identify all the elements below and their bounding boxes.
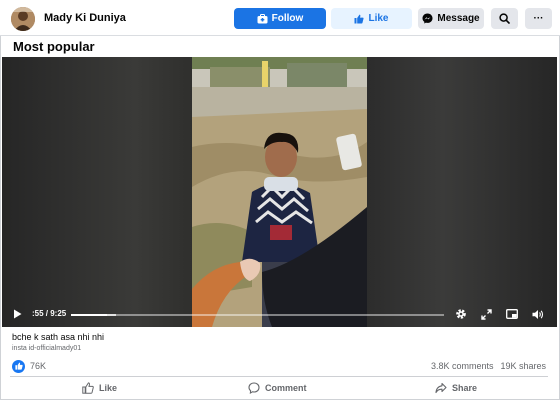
divider <box>10 376 548 377</box>
video-controls: :55 / 9:25 <box>2 301 557 327</box>
progress-fill <box>71 314 108 316</box>
thumbs-up-icon <box>354 14 365 24</box>
volume-button[interactable] <box>530 306 546 322</box>
progress-bar[interactable] <box>71 314 444 316</box>
page-name[interactable]: Mady Ki Duniya <box>44 12 126 24</box>
share-action-label: Share <box>452 383 478 393</box>
play-icon <box>13 309 22 319</box>
comment-action-button[interactable]: Comment <box>248 381 307 395</box>
post-subcaption: insta id-officialmady01 <box>12 345 82 352</box>
follow-icon <box>257 13 268 24</box>
search-button[interactable] <box>491 8 518 29</box>
reactions-summary[interactable]: 76K <box>12 359 46 373</box>
like-action-label: Like <box>99 383 118 393</box>
follow-label: Follow <box>271 13 304 24</box>
avatar[interactable] <box>11 7 35 31</box>
more-options-button[interactable]: ··· <box>525 8 552 29</box>
message-button[interactable]: Message <box>418 8 484 29</box>
follow-button[interactable]: Follow <box>234 8 326 29</box>
play-button[interactable] <box>10 306 24 322</box>
shares-count[interactable]: 19K shares <box>500 361 546 371</box>
section-title: Most popular <box>13 39 95 54</box>
search-icon <box>499 13 510 24</box>
comments-count[interactable]: 3.8K comments <box>431 361 494 371</box>
message-label: Message <box>437 13 480 24</box>
picture-in-picture-button[interactable] <box>504 306 520 322</box>
comment-icon <box>248 382 260 394</box>
post-caption: bche k sath asa nhi nhi <box>12 332 105 342</box>
settings-button[interactable] <box>453 306 469 322</box>
gear-icon <box>455 308 467 320</box>
fullscreen-button[interactable] <box>478 306 494 322</box>
share-icon <box>435 382 447 394</box>
like-reaction-icon <box>12 359 25 373</box>
volume-icon <box>532 309 544 320</box>
page-like-label: Like <box>368 13 389 24</box>
video-blur-left <box>2 57 192 327</box>
page-like-button[interactable]: Like <box>331 8 412 29</box>
comment-action-label: Comment <box>265 383 307 393</box>
reaction-count: 76K <box>30 361 47 371</box>
page-header: Mady Ki Duniya Follow Like Message ··· <box>0 0 560 36</box>
like-action-button[interactable]: Like <box>82 381 117 395</box>
messenger-icon <box>422 13 433 24</box>
engagement-counts: 3.8K comments 19K shares <box>431 361 546 371</box>
picture-in-picture-icon <box>506 309 518 319</box>
more-label: ··· <box>533 13 544 24</box>
video-time: :55 / 9:25 <box>32 309 67 318</box>
video-player[interactable]: :55 / 9:25 <box>2 57 557 327</box>
video-frame <box>192 57 367 327</box>
share-action-button[interactable]: Share <box>435 381 477 395</box>
video-blur-right <box>367 57 557 327</box>
fullscreen-icon <box>480 308 492 320</box>
thumbs-up-icon <box>82 382 94 394</box>
